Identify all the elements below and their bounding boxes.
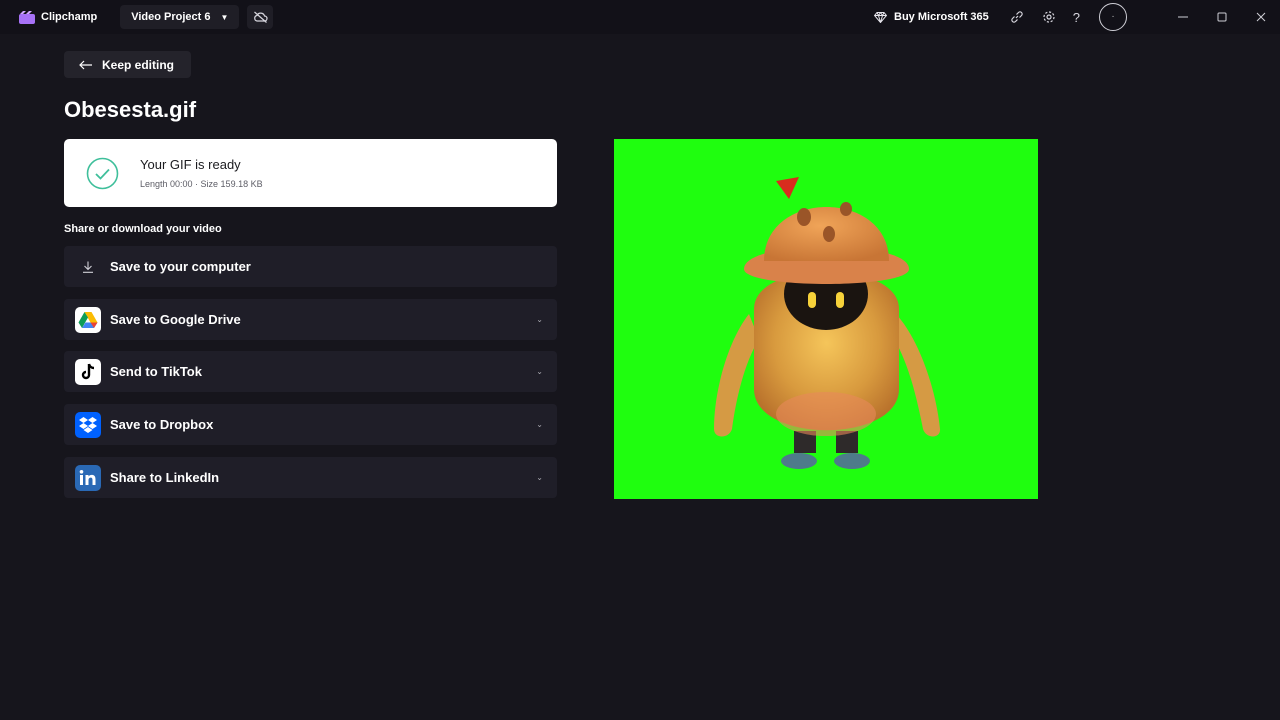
- cloud-off-icon: [254, 11, 268, 23]
- cloud-sync-button[interactable]: [247, 5, 274, 29]
- save-to-dropbox-button[interactable]: Save to Dropbox ⌄: [64, 404, 557, 445]
- check-circle-icon: [86, 157, 119, 189]
- settings-button[interactable]: [1041, 9, 1057, 25]
- chevron-down-icon: ⌄: [536, 315, 543, 324]
- buy-microsoft-365-button[interactable]: Buy Microsoft 365: [874, 11, 989, 23]
- option-label: Save to Dropbox: [110, 417, 214, 432]
- status-title: Your GIF is ready: [140, 156, 241, 172]
- option-label: Save to your computer: [110, 259, 251, 274]
- option-label: Send to TikTok: [110, 364, 202, 379]
- dropbox-icon: [75, 411, 101, 438]
- close-button[interactable]: [1241, 0, 1280, 34]
- app-brand: Clipchamp: [19, 0, 97, 34]
- keep-editing-button[interactable]: Keep editing: [64, 51, 191, 78]
- download-icon: [80, 259, 96, 275]
- share-link-button[interactable]: [1009, 9, 1025, 25]
- gif-preview: [614, 139, 1038, 499]
- gear-icon: [1043, 11, 1055, 23]
- send-to-tiktok-button[interactable]: Send to TikTok ⌄: [64, 351, 557, 392]
- tiktok-icon: [75, 358, 101, 385]
- share-to-linkedin-button[interactable]: Share to LinkedIn ⌄: [64, 457, 557, 498]
- linkedin-icon: [75, 464, 101, 491]
- google-drive-icon: [75, 306, 101, 333]
- save-to-computer-button[interactable]: Save to your computer: [64, 246, 557, 287]
- minimize-button[interactable]: [1163, 0, 1202, 34]
- save-to-google-drive-button[interactable]: Save to Google Drive ⌄: [64, 299, 557, 340]
- status-meta: Length 00:00 · Size 159.18 KB: [140, 178, 263, 189]
- help-button[interactable]: ?: [1073, 10, 1080, 25]
- keep-editing-label: Keep editing: [102, 57, 175, 72]
- caret-down-icon: ▼: [220, 12, 229, 22]
- title-bar: Clipchamp Video Project 6 ▼ Buy Microsof…: [0, 0, 1280, 34]
- project-name: Video Project 6: [131, 11, 211, 23]
- option-label: Share to LinkedIn: [110, 470, 220, 485]
- close-icon: [1256, 12, 1265, 22]
- link-icon: [1011, 11, 1023, 23]
- character-image: [714, 177, 941, 469]
- app-name: Clipchamp: [41, 11, 98, 23]
- minimize-icon: [1177, 16, 1188, 18]
- avatar-dot-icon: ·: [1111, 11, 1115, 22]
- project-name-button[interactable]: Video Project 6 ▼: [120, 5, 240, 29]
- buy-microsoft-365-label: Buy Microsoft 365: [894, 11, 989, 23]
- diamond-icon: [874, 11, 888, 23]
- maximize-icon: [1217, 12, 1226, 22]
- arrow-left-icon: [79, 60, 92, 69]
- user-avatar[interactable]: ·: [1099, 3, 1127, 31]
- chevron-down-icon: ⌄: [536, 367, 543, 376]
- export-status-card: Your GIF is ready Length 00:00 · Size 15…: [64, 139, 557, 207]
- section-label: Share or download your video: [64, 223, 222, 235]
- page-title: Obesesta.gif: [64, 97, 197, 122]
- chevron-down-icon: ⌄: [536, 473, 543, 482]
- maximize-button[interactable]: [1202, 0, 1241, 34]
- clipchamp-logo-icon: [19, 10, 35, 24]
- title-bar-actions: Buy Microsoft 365 ? ·: [874, 0, 1280, 34]
- chevron-down-icon: ⌄: [536, 420, 543, 429]
- option-label: Save to Google Drive: [110, 312, 241, 327]
